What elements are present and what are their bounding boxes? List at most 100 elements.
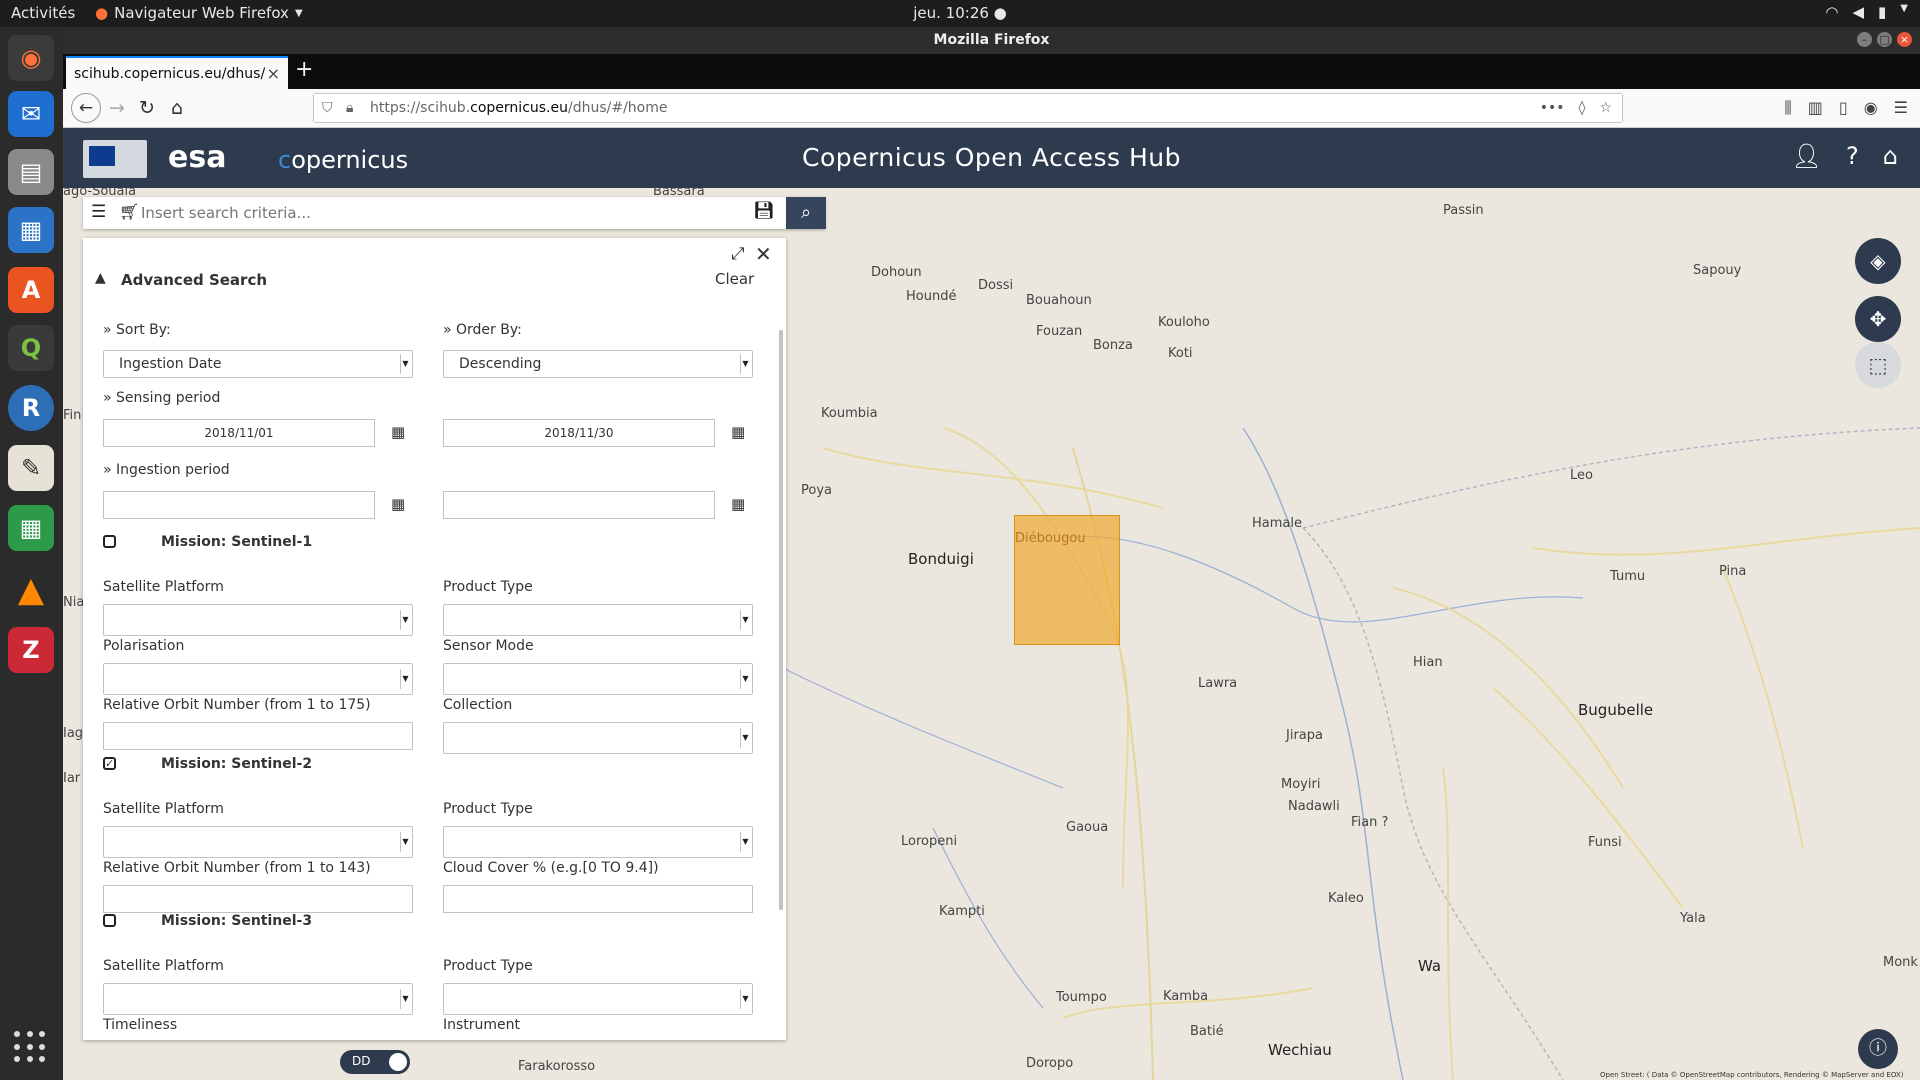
search-input[interactable] — [141, 201, 821, 225]
advanced-search-panel: ▲ Advanced Search ⤢ ✕ Clear » Sort By: »… — [83, 238, 786, 1040]
sentinel-3-checkbox[interactable] — [103, 914, 116, 927]
ingestion-to-input[interactable] — [443, 491, 715, 519]
sensing-from-input[interactable]: 2018/11/01 — [103, 419, 375, 447]
more-icon[interactable]: ••• — [1540, 94, 1565, 122]
calc-dock-icon[interactable]: ▦ — [8, 505, 54, 551]
browser-tab[interactable]: scihub.copernicus.eu/dhus/ × — [66, 56, 288, 89]
s1-collection-select[interactable]: ▼ — [443, 722, 753, 754]
menu-icon[interactable]: ☰ — [91, 202, 106, 222]
calendar-icon[interactable]: ▦ — [731, 423, 745, 441]
map-label: Dossi — [978, 278, 1014, 293]
s2-product-label: Product Type — [443, 801, 533, 817]
files-dock-icon[interactable]: ▤ — [8, 149, 54, 195]
s2-orbit-input[interactable] — [103, 885, 413, 913]
show-apps-icon[interactable] — [14, 1031, 46, 1063]
map-label: Hian — [1413, 655, 1443, 670]
map-label: Sapouy — [1693, 263, 1742, 278]
help-icon[interactable]: ? — [1846, 142, 1859, 170]
map-label: Leo — [1570, 468, 1593, 483]
map-label: Batié — [1190, 1024, 1224, 1039]
text-editor-dock-icon[interactable]: ✎ — [8, 445, 54, 491]
calendar-icon[interactable]: ▦ — [391, 423, 405, 441]
library-icon[interactable]: ⫼ — [1784, 98, 1791, 118]
s3-platform-select[interactable]: ▼ — [103, 983, 413, 1015]
area-of-interest[interactable]: Diébougou — [1014, 515, 1120, 645]
sentinel-1-checkbox[interactable] — [103, 535, 116, 548]
sensing-to-input[interactable]: 2018/11/30 — [443, 419, 715, 447]
maximize-button[interactable]: □ — [1877, 32, 1892, 47]
map-label: Fouzan — [1036, 324, 1083, 339]
zotero-dock-icon[interactable]: Z — [8, 627, 54, 673]
thunderbird-dock-icon[interactable]: ✉ — [8, 91, 54, 137]
new-tab-button[interactable]: + — [295, 57, 313, 82]
pan-button[interactable]: ✥ — [1855, 296, 1901, 342]
select-area-button[interactable]: ⬚ — [1855, 342, 1901, 388]
s1-product-label: Product Type — [443, 579, 533, 595]
map-label: Farakorosso — [518, 1059, 596, 1074]
map-label: Moyiri — [1281, 777, 1321, 792]
calendar-icon[interactable]: ▦ — [391, 495, 405, 513]
s1-sensor-mode-select[interactable]: ▼ — [443, 663, 753, 695]
chevron-up-icon[interactable]: ▲ — [95, 270, 106, 286]
sentinel-2-checkbox[interactable]: ✓ — [103, 757, 116, 770]
close-tab-icon[interactable]: × — [267, 64, 280, 83]
s1-platform-select[interactable]: ▼ — [103, 604, 413, 636]
s3-product-label: Product Type — [443, 958, 533, 974]
minimize-button[interactable]: – — [1857, 32, 1872, 47]
s2-cloud-input[interactable] — [443, 885, 753, 913]
app-header: esa copernicus Copernicus Open Access Hu… — [63, 128, 1920, 188]
account-icon[interactable]: ◉ — [1864, 98, 1878, 118]
s2-platform-select[interactable]: ▼ — [103, 826, 413, 858]
s2-platform-label: Satellite Platform — [103, 801, 224, 817]
coordinate-format-toggle[interactable]: DD — [340, 1050, 410, 1074]
back-button[interactable]: ← — [71, 93, 101, 123]
map-label: Bonza — [1093, 338, 1133, 353]
page-title: Copernicus Open Access Hub — [802, 143, 1181, 172]
firefox-dock-icon[interactable]: ◉ — [8, 35, 54, 81]
pocket-icon[interactable]: ◊ — [1579, 94, 1586, 122]
s2-product-select[interactable]: ▼ — [443, 826, 753, 858]
s1-polarisation-select[interactable]: ▼ — [103, 663, 413, 695]
user-login-icon[interactable]: 👤︎ — [1792, 142, 1822, 170]
s1-orbit-input[interactable] — [103, 722, 413, 750]
reload-button[interactable]: ↻ — [139, 97, 155, 119]
panel-scrollbar[interactable] — [779, 330, 783, 910]
cart-icon[interactable]: 🛒︎ — [119, 202, 139, 221]
search-bar: ☰ 🛒︎ 💾︎ — [83, 197, 825, 229]
clock[interactable]: jeu. 10:26 ● — [0, 4, 1920, 22]
save-search-icon[interactable]: 💾︎ — [753, 201, 775, 221]
url-bar[interactable]: ⛉ 🔒︎ https://scihub.copernicus.eu/dhus/#… — [313, 93, 1623, 123]
info-button[interactable]: ⓘ — [1858, 1029, 1898, 1069]
system-tray[interactable]: ◠ ◀ ▮ ▼ — [1825, 3, 1908, 21]
ingestion-from-input[interactable] — [103, 491, 375, 519]
map-label: Kaleo — [1328, 891, 1364, 906]
order-by-select[interactable]: Descending ▼ — [443, 350, 753, 378]
s3-product-select[interactable]: ▼ — [443, 983, 753, 1015]
tab-strip: scihub.copernicus.eu/dhus/ × + — [63, 54, 1920, 89]
clear-button[interactable]: Clear — [715, 270, 754, 288]
map-label: Iar — [63, 771, 81, 786]
reader-icon[interactable]: ▯ — [1839, 98, 1848, 118]
calendar-icon[interactable]: ▦ — [731, 495, 745, 513]
close-icon[interactable]: ✕ — [755, 242, 772, 266]
sidebar-icon[interactable]: ▥ — [1808, 98, 1823, 118]
layers-button[interactable]: ◈ — [1855, 238, 1901, 284]
home-button[interactable]: ⌂ — [171, 97, 183, 119]
software-dock-icon[interactable]: A — [8, 267, 54, 313]
s1-product-select[interactable]: ▼ — [443, 604, 753, 636]
hamburger-menu-icon[interactable]: ☰ — [1894, 98, 1908, 118]
advanced-search-title[interactable]: Advanced Search — [121, 271, 267, 289]
forward-button[interactable]: → — [109, 97, 125, 119]
s3-timeliness-label: Timeliness — [103, 1017, 178, 1033]
close-window-button[interactable]: × — [1897, 32, 1912, 47]
bookmark-star-icon[interactable]: ☆ — [1599, 94, 1612, 122]
r-dock-icon[interactable]: R — [8, 385, 54, 431]
sort-by-select[interactable]: Ingestion Date ▼ — [103, 350, 413, 378]
map-label: Koti — [1168, 346, 1193, 361]
qgis-dock-icon[interactable]: Q — [8, 325, 54, 371]
search-button[interactable]: ⌕ — [786, 197, 826, 229]
home-icon[interactable]: ⌂ — [1883, 142, 1898, 170]
vlc-dock-icon[interactable]: ▲ — [8, 567, 54, 613]
writer-dock-icon[interactable]: ▦ — [8, 207, 54, 253]
expand-icon[interactable]: ⤢ — [731, 244, 745, 264]
